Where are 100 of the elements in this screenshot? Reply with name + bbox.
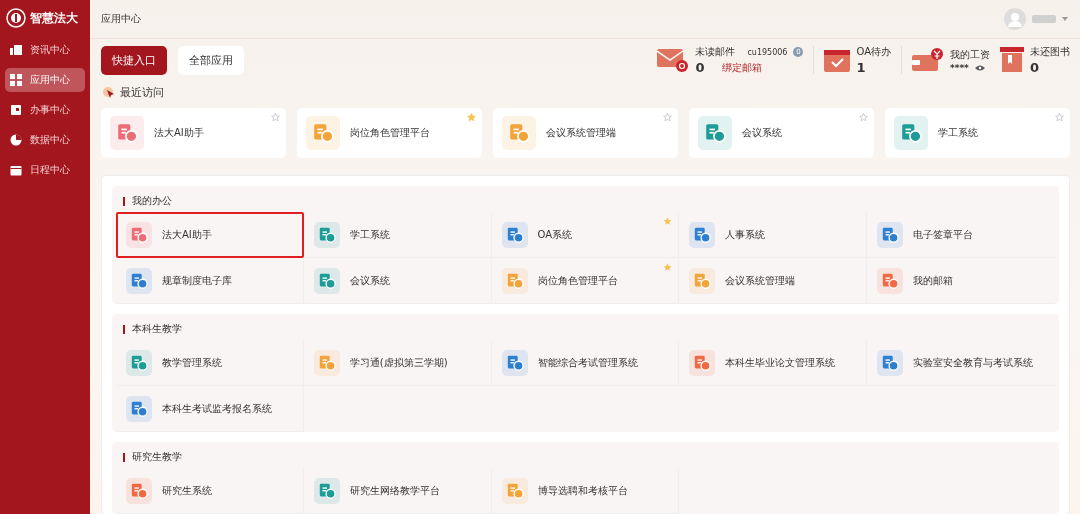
app-entry[interactable]: 法大AI助手 [116, 212, 304, 258]
app-entry[interactable]: 岗位角色管理平台 [491, 258, 680, 304]
app-name: 学工系统 [349, 227, 390, 242]
app-icon [313, 477, 340, 504]
eye-icon[interactable] [974, 64, 985, 71]
app-entry[interactable]: 会议系统 [303, 258, 492, 304]
stat-label: 未读邮件 [695, 45, 736, 59]
app-entry[interactable]: 我的邮箱 [867, 258, 1055, 304]
app-name: 电子签章平台 [913, 227, 974, 242]
wallet-icon[interactable] [912, 47, 944, 73]
app-name: 会议系统 [742, 126, 782, 140]
app-entry[interactable]: 会议系统管理端 [679, 258, 868, 304]
app-name: 研究生系统 [162, 483, 212, 498]
app-icon [689, 221, 716, 248]
app-name: 会议系统管理端 [546, 126, 616, 140]
sidebar-item[interactable]: 办事中心 [5, 98, 85, 122]
app-entry[interactable]: 本科生毕业论文管理系统 [679, 340, 868, 386]
app-icon [126, 395, 152, 422]
app-entry[interactable]: 博导选聘和考核平台 [491, 468, 680, 514]
tab[interactable]: 快捷入口 [101, 45, 167, 75]
app-entry[interactable]: 教学管理系统 [116, 340, 304, 386]
book-icon[interactable] [1000, 47, 1024, 73]
app-name: 会议系统管理端 [725, 273, 796, 288]
section-title: 最近访问 [120, 85, 164, 100]
envelope-icon[interactable] [657, 47, 690, 73]
app-icon [313, 267, 340, 294]
sidebar-item[interactable]: 应用中心 [5, 68, 85, 92]
breadcrumb: 应用中心 [101, 12, 141, 26]
app-entry[interactable]: 学习通(虚拟第三学期) [303, 340, 492, 386]
app-name: 智能综合考试管理系统 [537, 355, 638, 370]
app-icon [689, 267, 716, 294]
app-icon [501, 267, 528, 294]
app-entry[interactable]: OA系统 [491, 212, 680, 258]
app-entry[interactable]: 学工系统 [303, 212, 492, 258]
sidebar-item[interactable]: 资讯中心 [5, 38, 85, 62]
calendar-check-icon[interactable] [824, 47, 851, 73]
app-name: 学工系统 [938, 126, 978, 140]
sidebar-item[interactable]: 数据中心 [5, 128, 85, 152]
section-title: 本科生教学 [132, 322, 182, 336]
app-icon [126, 477, 152, 504]
app-icon [877, 267, 904, 294]
recent-app-card[interactable]: 会议系统管理端 [493, 108, 678, 158]
app-icon [126, 349, 152, 376]
star-icon[interactable] [467, 113, 476, 122]
app-entry[interactable]: 智能综合考试管理系统 [491, 340, 680, 386]
star-icon[interactable] [663, 113, 672, 122]
app-entry[interactable]: 电子签章平台 [867, 212, 1055, 258]
stat-label: OA待办 [856, 45, 891, 59]
app-name: 本科生考试监考报名系统 [162, 401, 272, 416]
app-name: 规章制度电子库 [162, 273, 232, 288]
app-icon [894, 116, 928, 150]
app-icon [110, 116, 144, 150]
avatar-icon[interactable] [1004, 8, 1026, 30]
app-entry[interactable]: 实验室安全教育与考试系统 [867, 340, 1055, 386]
stat-value: 1 [856, 60, 866, 75]
stat-value: 0 [1030, 60, 1040, 75]
app-entry[interactable]: 人事系统 [679, 212, 868, 258]
app-icon [501, 349, 528, 376]
recent-app-card[interactable]: 学工系统 [885, 108, 1070, 158]
app-icon [126, 267, 152, 294]
stat-value: **** [950, 62, 969, 73]
app-name: 岗位角色管理平台 [350, 126, 430, 140]
document-icon [10, 44, 22, 56]
star-icon[interactable] [663, 217, 673, 226]
app-entry[interactable]: 规章制度电子库 [116, 258, 304, 304]
recent-app-card[interactable]: 会议系统 [689, 108, 874, 158]
stat-label: 未还图书 [1030, 45, 1070, 59]
sidebar-item[interactable]: 日程中心 [5, 158, 85, 182]
app-name: 学习通(虚拟第三学期) [349, 355, 448, 370]
app-icon [501, 221, 528, 248]
app-name: 法大AI助手 [162, 227, 212, 242]
caret-icon[interactable] [1062, 17, 1068, 21]
app-icon [126, 221, 152, 248]
star-icon[interactable] [271, 113, 280, 122]
app-name: 法大AI助手 [154, 126, 204, 140]
stat-label: 我的工资 [950, 47, 990, 62]
recent-app-card[interactable]: 岗位角色管理平台 [297, 108, 482, 158]
mail-account: cu195006 [747, 47, 788, 57]
section-title: 我的办公 [132, 194, 172, 208]
app-entry[interactable]: 本科生考试监考报名系统 [116, 386, 304, 432]
star-icon[interactable] [1055, 113, 1064, 122]
app-name: 实验室安全教育与考试系统 [913, 355, 1034, 370]
bind-mailbox-link[interactable]: 绑定邮箱 [722, 60, 763, 75]
recent-app-card[interactable]: 法大AI助手 [101, 108, 286, 158]
app-icon [501, 477, 528, 504]
app-name: 岗位角色管理平台 [537, 273, 618, 288]
app-icon [306, 116, 340, 150]
grid-icon [10, 74, 22, 86]
app-name: 研究生网络教学平台 [349, 483, 440, 498]
app-entry[interactable]: 研究生系统 [116, 468, 304, 514]
app-icon [698, 116, 732, 150]
app-icon [313, 349, 340, 376]
star-icon[interactable] [859, 113, 868, 122]
app-name: OA系统 [537, 227, 573, 242]
app-icon [689, 349, 716, 376]
tab[interactable]: 全部应用 [178, 45, 244, 75]
app-entry[interactable]: 研究生网络教学平台 [303, 468, 492, 514]
star-icon[interactable] [663, 263, 673, 272]
app-name: 我的邮箱 [913, 273, 954, 288]
logo-text: 智慧法大 [30, 9, 78, 27]
